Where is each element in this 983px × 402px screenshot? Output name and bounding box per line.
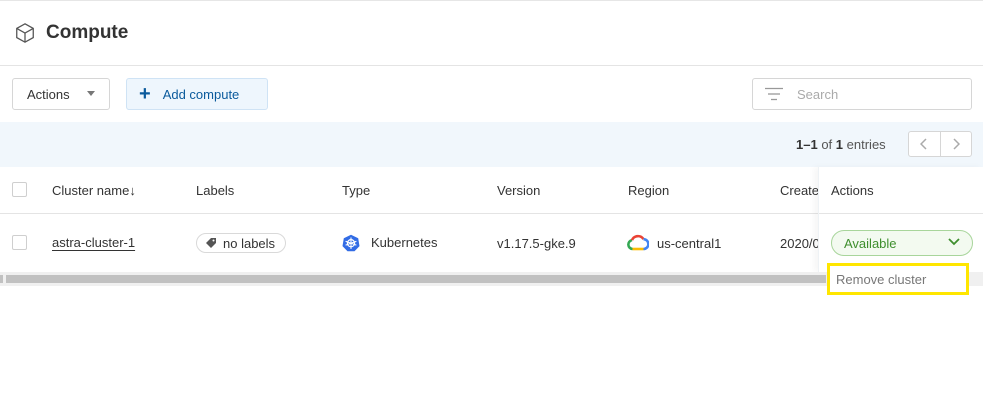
- select-all-checkbox[interactable]: [12, 182, 27, 197]
- sort-desc-icon: ↓: [129, 183, 136, 198]
- entries-word: entries: [846, 137, 886, 152]
- page-title: Compute: [46, 22, 129, 43]
- cluster-created: 2020/0: [780, 236, 820, 251]
- entries-count: 1–1 of 1 entries: [796, 137, 886, 152]
- actions-column: Actions Available: [818, 167, 983, 272]
- scrollbar-left-end: [0, 275, 3, 283]
- chevron-right-icon: [953, 138, 960, 150]
- google-cloud-icon: [627, 234, 649, 251]
- add-compute-button[interactable]: + Add compute: [126, 78, 268, 110]
- chevron-down-icon: [948, 238, 960, 246]
- column-header-actions: Actions: [831, 183, 874, 198]
- cluster-name-link[interactable]: astra-cluster-1: [52, 235, 135, 250]
- kubernetes-icon: [342, 234, 360, 252]
- row-checkbox[interactable]: [12, 235, 27, 250]
- filter-icon: [765, 87, 783, 101]
- column-header-type[interactable]: Type: [342, 183, 370, 198]
- column-header-created[interactable]: Create: [780, 183, 819, 198]
- pagination-bar: 1–1 of 1 entries: [0, 122, 983, 167]
- page-header: Compute: [0, 1, 983, 66]
- scrollbar-thumb[interactable]: [6, 275, 826, 283]
- column-header-cluster-name[interactable]: Cluster name↓: [52, 183, 136, 198]
- column-header-version[interactable]: Version: [497, 183, 540, 198]
- prev-page-button[interactable]: [909, 132, 940, 156]
- plus-icon: +: [139, 83, 151, 105]
- labels-chip-text: no labels: [223, 235, 276, 251]
- pager-buttons: [908, 131, 972, 157]
- actions-label: Actions: [27, 86, 70, 102]
- next-page-button[interactable]: [939, 132, 972, 156]
- status-label: Available: [844, 235, 897, 251]
- chevron-left-icon: [920, 138, 927, 150]
- entries-range: 1–1: [796, 137, 818, 152]
- cube-icon: [16, 23, 34, 43]
- actions-column-header: Actions: [819, 167, 983, 214]
- search-box[interactable]: [752, 78, 972, 110]
- entries-of: of: [821, 137, 833, 152]
- cluster-type: Kubernetes: [371, 235, 438, 250]
- entries-total: 1: [835, 137, 844, 152]
- actions-dropdown-button[interactable]: Actions: [12, 78, 110, 110]
- cluster-region: us-central1: [657, 236, 722, 251]
- cluster-version: v1.17.5-gke.9: [497, 236, 576, 251]
- search-input[interactable]: [797, 86, 957, 102]
- column-header-labels[interactable]: Labels: [196, 183, 234, 198]
- column-header-region[interactable]: Region: [628, 183, 669, 198]
- add-compute-label: Add compute: [162, 86, 240, 102]
- remove-cluster-menu-item[interactable]: Remove cluster: [827, 263, 969, 295]
- caret-down-icon: [87, 91, 95, 96]
- tag-icon: [206, 238, 216, 248]
- labels-chip[interactable]: no labels: [196, 233, 287, 253]
- toolbar: Actions + Add compute: [0, 66, 983, 122]
- status-dropdown[interactable]: Available: [831, 230, 973, 256]
